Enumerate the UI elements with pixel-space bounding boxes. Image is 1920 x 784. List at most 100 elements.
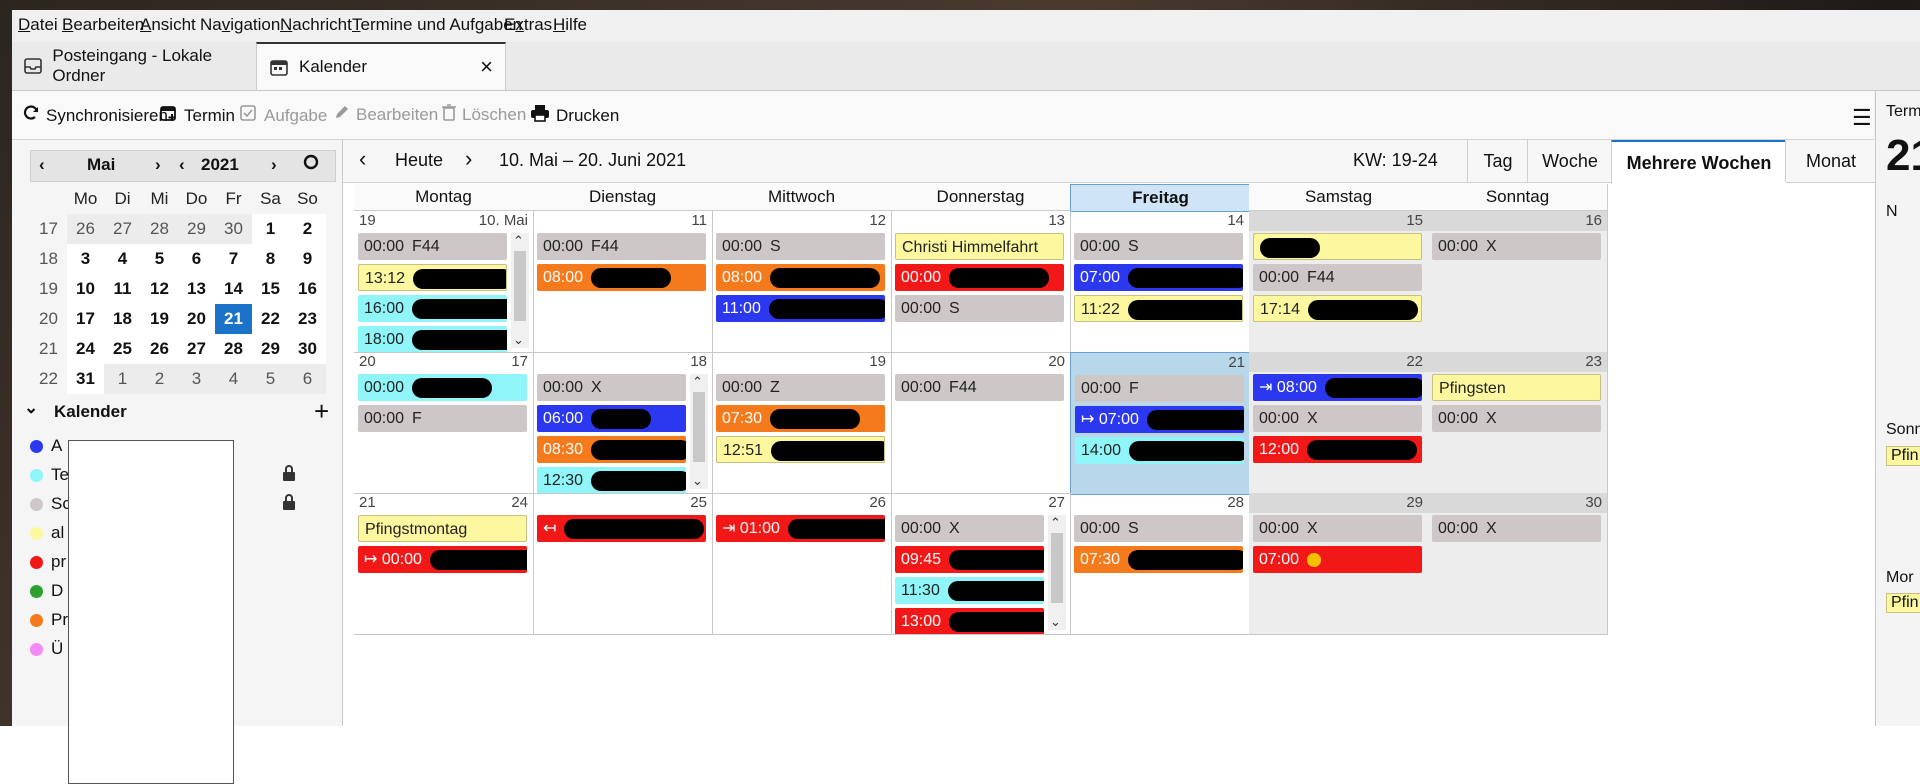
day-cell[interactable]: 25 ↤ [533,493,713,635]
scrollbar-thumb[interactable] [1051,533,1063,603]
next-month-arrow[interactable]: › [155,155,161,175]
event-item[interactable]: 08:00 [716,264,885,291]
mini-day[interactable]: 28 [141,214,178,244]
menu-navigation[interactable]: Navigation [200,15,280,35]
mini-day[interactable]: 21 [215,304,252,334]
mini-day[interactable]: 27 [104,214,141,244]
event-item[interactable]: 12:30 [537,467,686,493]
day-cell[interactable]: 21 00:00 F ↦ 07:00 14:00 [1070,352,1251,495]
today-circle-icon[interactable] [303,154,319,175]
mini-day[interactable]: 4 [215,364,252,394]
event-item[interactable]: 06:00 [537,405,686,432]
next-year-arrow[interactable]: › [271,155,277,175]
today-button[interactable]: Heute [395,150,443,171]
chevron-up-icon[interactable]: ⌃ [1050,515,1061,531]
mini-day[interactable]: 3 [178,364,215,394]
event-item[interactable]: 00:00 S [895,295,1064,322]
day-cell[interactable]: 18 00:00 X 06:00 08:30 12:30 ⌃ ⌄ [533,352,713,494]
event-item[interactable]: ↦ 07:00 [1075,406,1244,433]
chevron-down-icon[interactable]: ⌄ [24,398,38,417]
event-item[interactable]: 00:00 [358,374,527,401]
event-item[interactable]: 00:00 S [1074,515,1243,542]
event-item[interactable]: 00:00 F [1075,375,1244,402]
event-item[interactable]: 11:22 [1074,295,1243,322]
event-item[interactable]: 00:00 X [895,515,1044,542]
day-cell[interactable]: 22 ⇥ 08:00 00:00 X 12:00 [1249,352,1429,494]
menu-hilfe[interactable]: Hilfe [553,15,587,35]
prev-year-arrow[interactable]: ‹ [179,155,185,175]
event-item[interactable]: 13:00 [895,608,1044,634]
event-item[interactable]: 07:30 [716,405,885,432]
mini-day[interactable]: 1 [104,364,141,394]
event-item[interactable]: 00:00 F44 [537,233,706,260]
event-item[interactable] [1253,233,1422,260]
day-cell[interactable]: 28 00:00 S 07:30 [1070,493,1250,635]
event-item[interactable]: 07:00 [1253,546,1422,573]
print-button[interactable]: Drucken [530,104,619,127]
event-item[interactable]: 14:00 [1075,437,1244,464]
view-tab-month[interactable]: Monat [1785,140,1876,182]
event-item[interactable]: ↤ [537,515,706,542]
mini-day[interactable]: 20 [178,304,215,334]
cell-scrollbar[interactable]: ⌃ ⌄ [1048,515,1066,630]
chevron-down-icon[interactable]: ⌄ [513,332,524,348]
mini-day[interactable]: 1 [252,214,289,244]
event-item[interactable]: 00:00 Z [716,374,885,401]
mini-day[interactable]: 4 [104,244,141,274]
close-icon[interactable]: × [480,54,493,80]
tab-inbox[interactable]: Posteingang - Lokale Ordner [12,44,252,88]
mini-day[interactable]: 29 [252,334,289,364]
tab-calendar[interactable]: Kalender × [256,42,506,90]
mini-day[interactable]: 7 [215,244,252,274]
mini-day[interactable]: 18 [104,304,141,334]
event-item[interactable]: 00:00 F [358,405,527,432]
chevron-up-icon[interactable]: ⌃ [513,233,524,249]
prev-period-arrow[interactable]: ‹ [359,146,366,172]
day-cell[interactable]: 16 00:00 X [1428,211,1608,353]
today-pane-event-pfingstmontag[interactable]: Pfin [1886,593,1920,613]
mini-day[interactable]: 11 [104,274,141,304]
day-cell[interactable]: 19 10. Mai 00:00 F44 13:12 16:00 18:00 ⌃ ⌄ [354,211,534,353]
day-cell[interactable]: 12 00:00 S 08:00 11:00 [712,211,892,353]
mini-day[interactable]: 3 [67,244,104,274]
mini-day[interactable]: 26 [141,334,178,364]
cell-scrollbar[interactable]: ⌃ ⌄ [511,233,529,348]
day-cell[interactable]: 21 24 Pfingstmontag ↦ 00:00 [354,493,534,635]
day-cell[interactable]: 26 ⇥ 01:00 [712,493,892,635]
event-item[interactable]: Christi Himmelfahrt [895,233,1064,260]
mini-day[interactable]: 5 [252,364,289,394]
menu-bearbeiten[interactable]: Bearbeiten [62,15,144,35]
event-item[interactable]: ↦ 00:00 [358,546,527,573]
event-item[interactable]: 11:30 [895,577,1044,604]
event-item[interactable]: 07:00 [1074,264,1243,291]
event-item[interactable]: 11:00 [716,295,885,322]
day-cell[interactable]: 23 Pfingsten 00:00 X [1428,352,1608,494]
event-item[interactable]: 00:00 S [1074,233,1243,260]
event-item[interactable]: 00:00 X [1253,515,1422,542]
mini-day[interactable]: 30 [289,334,326,364]
hamburger-menu-icon[interactable]: ☰ [1852,105,1872,131]
mini-day[interactable]: 23 [289,304,326,334]
menu-extras[interactable]: Extras [504,15,552,35]
day-cell[interactable]: 13 Christi Himmelfahrt 00:00 00:00 S [891,211,1071,353]
day-cell[interactable]: 11 00:00 F44 08:00 [533,211,713,353]
event-item[interactable]: 00:00 [895,264,1064,291]
new-event-button[interactable]: Termin [160,104,235,127]
event-item[interactable]: 00:00 F44 [358,233,507,260]
chevron-down-icon[interactable]: ⌄ [692,473,703,489]
event-item[interactable]: 08:30 [537,436,686,463]
sync-button[interactable]: Synchronisieren [22,104,168,127]
mini-day[interactable]: 13 [178,274,215,304]
event-item[interactable]: 00:00 X [1432,233,1601,260]
day-cell[interactable]: 29 00:00 X 07:00 [1249,493,1429,635]
day-cell[interactable]: 20 00:00 F44 [891,352,1071,494]
mini-day[interactable]: 2 [141,364,178,394]
mini-day[interactable]: 14 [215,274,252,304]
menu-nachricht[interactable]: Nachricht [280,15,352,35]
day-cell[interactable]: 30 00:00 X [1428,493,1608,635]
event-item[interactable]: 09:45 [895,546,1044,573]
mini-day[interactable]: 6 [178,244,215,274]
event-item[interactable]: 00:00 S [716,233,885,260]
mini-day[interactable]: 9 [289,244,326,274]
event-item[interactable]: Pfingstmontag [358,515,527,542]
